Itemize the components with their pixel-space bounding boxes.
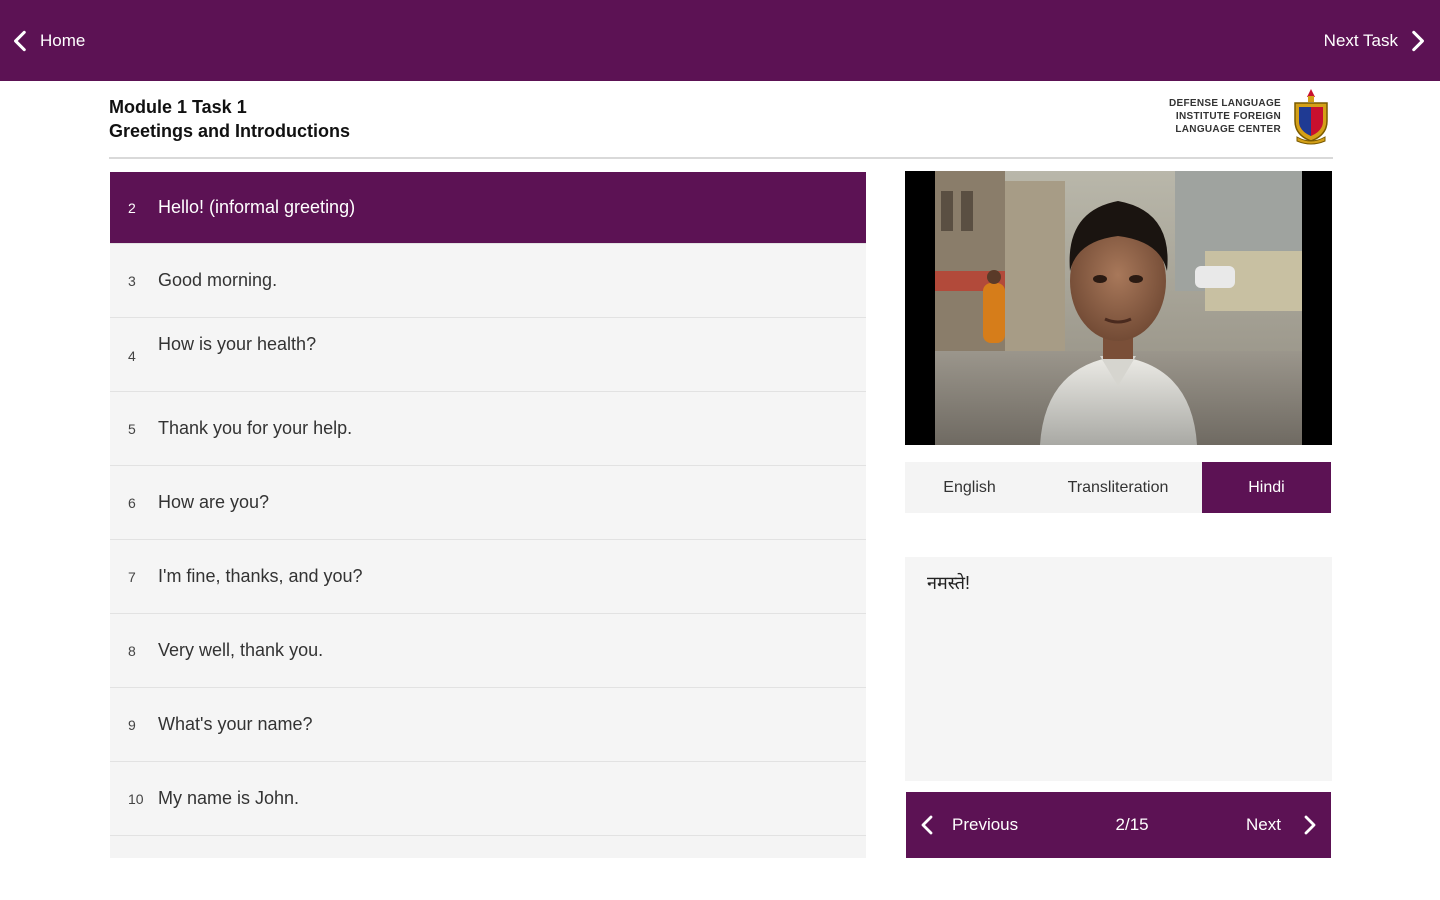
phrase-text: How is your health? xyxy=(158,334,317,354)
phrase-number: 2 xyxy=(128,199,136,216)
phrase-number: 4 xyxy=(128,348,136,364)
phrase-number: 9 xyxy=(128,716,136,733)
phrase-text: My name is John. xyxy=(158,788,300,808)
page-counter: 2/15 xyxy=(1115,815,1149,834)
phrase-item[interactable]: 8 Very well, thank you. xyxy=(110,614,866,688)
translation-text: नमस्ते! xyxy=(927,573,971,593)
phrase-item[interactable]: 7 I'm fine, thanks, and you? xyxy=(110,540,866,614)
dli-logo: Defense Language Institute Foreign Langu… xyxy=(1169,87,1333,145)
phrase-number: 8 xyxy=(128,642,136,659)
next-button[interactable]: Next xyxy=(1246,813,1321,837)
module-task-label: Module 1 Task 1 xyxy=(109,97,247,117)
video-player[interactable] xyxy=(905,171,1332,445)
phrase-text: Good morning. xyxy=(158,270,278,290)
next-label: Next xyxy=(1246,815,1281,834)
logo-text: Defense Language Institute Foreign Langu… xyxy=(1169,97,1281,136)
logo-line-3: Language Center xyxy=(1175,123,1281,135)
previous-label: Previous xyxy=(952,815,1019,834)
chevron-right-icon xyxy=(1304,815,1316,835)
phrase-item[interactable]: 9 What's your name? xyxy=(110,688,866,762)
top-app-bar: Home Next Task xyxy=(0,0,1440,81)
tab-transliteration[interactable]: Transliteration xyxy=(1034,462,1202,513)
crest-icon xyxy=(1294,89,1328,145)
phrase-text: How are you? xyxy=(158,492,270,512)
next-task-button[interactable]: Next Task xyxy=(1324,0,1430,81)
logo-line-1: Defense Language xyxy=(1168,97,1281,109)
phrase-text: What's your name? xyxy=(158,714,313,734)
phrase-text: I'm fine, thanks, and you? xyxy=(158,566,363,586)
chevron-left-icon xyxy=(921,815,933,835)
module-header: Module 1 Task 1 Greetings and Introducti… xyxy=(109,89,1333,159)
task-title: Greetings and Introductions xyxy=(109,121,351,141)
phrase-number: 10 xyxy=(128,790,144,807)
phrase-item[interactable]: 4 How is your health? xyxy=(110,318,866,392)
phrase-text: Thank you for your help. xyxy=(158,418,353,438)
next-task-label: Next Task xyxy=(1323,30,1398,50)
phrase-number: 7 xyxy=(128,568,136,585)
home-button[interactable]: Home xyxy=(8,0,85,81)
phrase-number: 5 xyxy=(128,420,136,437)
translation-text-panel: नमस्ते! xyxy=(905,557,1332,781)
tab-english[interactable]: English xyxy=(905,462,1034,513)
video-frame-image xyxy=(905,171,1332,445)
chevron-left-icon xyxy=(14,30,26,51)
logo-line-2: Institute Foreign xyxy=(1175,110,1281,122)
phrase-list[interactable]: 2 Hello! (informal greeting) 3 Good morn… xyxy=(110,172,866,858)
phrase-item[interactable]: 5 Thank you for your help. xyxy=(110,392,866,466)
phrase-item[interactable]: 6 How are you? xyxy=(110,466,866,540)
language-tabs: English Transliteration Hindi xyxy=(905,462,1331,513)
phrase-item-active[interactable]: 2 Hello! (informal greeting) xyxy=(110,172,866,244)
phrase-number: 6 xyxy=(128,494,136,511)
phrase-item[interactable]: 3 Good morning. xyxy=(110,244,866,318)
phrase-pager: Previous 2/15 Next xyxy=(906,792,1331,858)
phrase-text: Very well, thank you. xyxy=(158,640,324,660)
tab-hindi[interactable]: Hindi xyxy=(1201,462,1331,513)
home-label: Home xyxy=(40,30,86,50)
phrase-number: 3 xyxy=(128,272,136,289)
phrase-item[interactable]: 10 My name is John. xyxy=(110,762,866,836)
chevron-right-icon xyxy=(1412,30,1424,51)
previous-button[interactable]: Previous xyxy=(916,813,1018,837)
phrase-text: Hello! (informal greeting) xyxy=(158,197,356,217)
